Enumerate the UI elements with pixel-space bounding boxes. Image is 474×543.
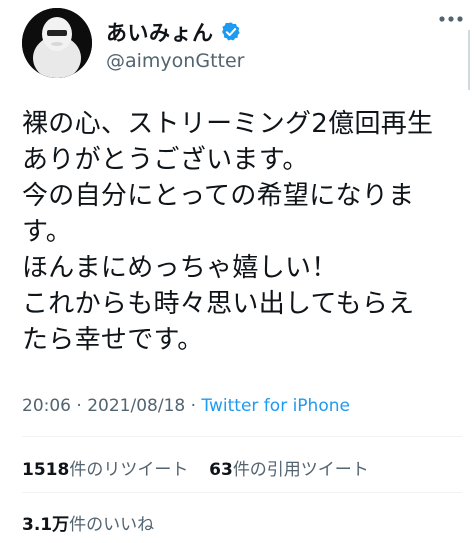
tweet-header: あいみょん @aimyonGtter bbox=[22, 8, 462, 84]
tweet-card: あいみょん @aimyonGtter 裸の心、ストリーミング2億回再生 ありがと… bbox=[0, 0, 474, 543]
quotes-label: 件の引用ツイート bbox=[232, 460, 369, 480]
retweets-stat[interactable]: 1518件のリツイート bbox=[22, 460, 188, 480]
user-handle[interactable]: @aimyonGtter bbox=[106, 50, 244, 72]
meta-separator: · bbox=[71, 396, 88, 416]
likes-label: 件のいいね bbox=[69, 515, 155, 535]
name-row: あいみょん bbox=[106, 18, 242, 46]
likes-stat[interactable]: 3.1万件のいいね bbox=[22, 510, 154, 535]
likes-count: 3.1万 bbox=[22, 515, 70, 535]
verified-badge-icon bbox=[220, 21, 242, 43]
retweets-count: 1518 bbox=[22, 460, 70, 480]
quotes-count: 63 bbox=[209, 460, 233, 480]
retweets-label: 件のリツイート bbox=[69, 460, 189, 480]
more-options-icon[interactable] bbox=[438, 6, 464, 28]
divider bbox=[22, 436, 462, 437]
meta-separator: · bbox=[185, 396, 202, 416]
tweet-text: 裸の心、ストリーミング2億回再生 ありがとうございます。 今の自分にとっての希望… bbox=[22, 109, 434, 355]
avatar-image bbox=[22, 8, 92, 78]
avatar[interactable] bbox=[22, 8, 92, 78]
tweet-meta: 20:06 · 2021/08/18 · Twitter for iPhone bbox=[22, 396, 350, 416]
tweet-source-link[interactable]: Twitter for iPhone bbox=[201, 396, 350, 416]
divider bbox=[22, 492, 462, 493]
quotes-stat[interactable]: 63件の引用ツイート bbox=[209, 460, 369, 480]
display-name[interactable]: あいみょん bbox=[106, 17, 214, 47]
engagement-stats: 1518件のリツイート 63件の引用ツイート bbox=[22, 455, 369, 480]
scrollbar[interactable] bbox=[468, 30, 470, 90]
tweet-time[interactable]: 20:06 bbox=[22, 396, 71, 416]
tweet-date[interactable]: 2021/08/18 bbox=[87, 396, 185, 416]
